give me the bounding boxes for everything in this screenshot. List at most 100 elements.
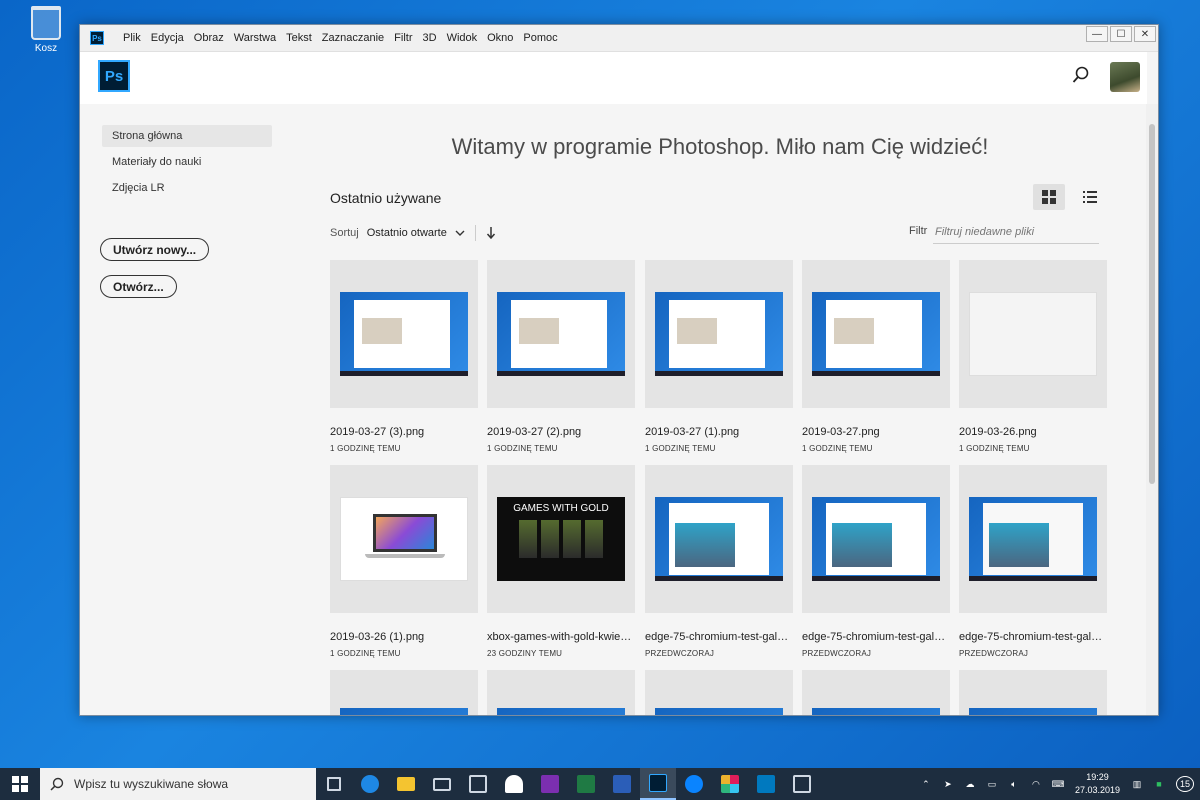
messenger-icon [685, 775, 703, 793]
taskbar-app-slack[interactable] [712, 768, 748, 800]
sort-direction-icon[interactable] [486, 227, 496, 239]
menu-filtr[interactable]: Filtr [389, 32, 417, 44]
menu-edycja[interactable]: Edycja [146, 32, 189, 44]
filter-input[interactable] [933, 220, 1099, 244]
file-name: edge-75-chromium-test-galeri... [802, 631, 950, 643]
sidebar-item-home[interactable]: Strona główna [102, 125, 272, 147]
recent-file-card[interactable] [959, 670, 1107, 715]
user-avatar[interactable] [1110, 62, 1140, 92]
chevron-up-icon[interactable]: ⌃ [915, 779, 937, 790]
taskbar-search[interactable]: Wpisz tu wyszukiwane słowa [40, 768, 316, 800]
onenote-icon [541, 775, 559, 793]
maximize-button[interactable]: ☐ [1110, 26, 1132, 42]
photoshop-logo: Ps [98, 60, 130, 92]
search-icon[interactable] [1072, 66, 1090, 84]
recent-file-card[interactable] [802, 670, 950, 715]
taskbar-app-calendar[interactable] [460, 768, 496, 800]
file-thumbnail [802, 670, 950, 715]
file-name: edge-75-chromium-test-galeri... [959, 631, 1107, 643]
notification-center[interactable]: 15 [1170, 776, 1200, 792]
volume-icon[interactable]: 🔈︎ [1003, 779, 1025, 790]
filter-label: Filtr [909, 225, 928, 237]
start-button[interactable] [0, 768, 40, 800]
recent-file-card[interactable]: edge-75-chromium-test-galeri... PRZEDWCZ… [645, 465, 793, 658]
recent-file-card[interactable]: 2019-03-27 (1).png 1 GODZINĘ TEMU [645, 260, 793, 453]
sidebar-item-lr-photos[interactable]: Zdjęcia LR [102, 177, 272, 199]
taskbar-app-excel[interactable] [568, 768, 604, 800]
list-icon [1083, 191, 1097, 203]
file-name: 2019-03-27 (2).png [487, 426, 582, 438]
recent-file-card[interactable] [330, 670, 478, 715]
taskbar-app-onenote[interactable] [532, 768, 568, 800]
menu-tekst[interactable]: Tekst [281, 32, 317, 44]
menu-plik[interactable]: Plik [118, 32, 146, 44]
window-controls: — ☐ ✕ [1084, 26, 1156, 42]
taskbar-app-messenger[interactable] [676, 768, 712, 800]
menu-zaznaczanie[interactable]: Zaznaczanie [317, 32, 389, 44]
evernote-icon[interactable]: ■ [1148, 779, 1170, 789]
clock[interactable]: 19:29 27.03.2019 [1075, 771, 1120, 797]
file-name: 2019-03-26.png [959, 426, 1037, 438]
recent-file-card[interactable]: edge-75-chromium-test-galeri... PRZEDWCZ… [802, 465, 950, 658]
telegram-icon[interactable]: ➤ [937, 779, 959, 790]
taskbar-app-photos[interactable] [784, 768, 820, 800]
file-time: 1 GODZINĘ TEMU [959, 444, 1030, 453]
menu-3d[interactable]: 3D [418, 32, 442, 44]
taskbar-app-explorer[interactable] [388, 768, 424, 800]
recent-file-card[interactable]: edge-75-chromium-test-galeri... PRZEDWCZ… [959, 465, 1107, 658]
file-name: xbox-games-with-gold-kwieci... [487, 631, 635, 643]
clock-date: 27.03.2019 [1074, 785, 1120, 795]
system-tray: ⌃ ➤ ☁ ▭ 🔈︎ ◠ ⌨ 19:29 27.03.2019 ▥ ■ 15 [915, 768, 1200, 800]
menu-widok[interactable]: Widok [442, 32, 483, 44]
scrollbar-thumb[interactable] [1149, 124, 1155, 484]
battery-icon[interactable]: ▭ [981, 779, 1003, 790]
menu-okno[interactable]: Okno [482, 32, 518, 44]
taskbar-app-edge[interactable] [352, 768, 388, 800]
grid-view-button[interactable] [1033, 184, 1065, 210]
list-view-button[interactable] [1074, 184, 1106, 210]
file-time: 1 GODZINĘ TEMU [645, 444, 716, 453]
menu-warstwa[interactable]: Warstwa [229, 32, 281, 44]
recent-file-card[interactable]: GAMES WITH GOLD xbox-games-with-gold-kwi… [487, 465, 635, 658]
cloud-icon[interactable]: ☁ [959, 779, 981, 790]
taskbar-app-word[interactable] [604, 768, 640, 800]
meet-now-icon[interactable]: ▥ [1126, 779, 1148, 790]
sidebar-item-learn[interactable]: Materiały do nauki [102, 151, 272, 173]
taskbar-app-trello[interactable] [748, 768, 784, 800]
taskbar-app-mail[interactable] [424, 768, 460, 800]
desktop-recycle-bin[interactable]: Kosz [24, 6, 68, 54]
file-thumbnail [959, 465, 1107, 613]
menu-obraz[interactable]: Obraz [189, 32, 229, 44]
recent-file-card[interactable]: 2019-03-26.png 1 GODZINĘ TEMU [959, 260, 1107, 453]
recent-file-card[interactable]: 2019-03-27.png 1 GODZINĘ TEMU [802, 260, 950, 453]
recent-file-card[interactable]: 2019-03-26 (1).png 1 GODZINĘ TEMU [330, 465, 478, 658]
recent-file-card[interactable] [645, 670, 793, 715]
recent-file-card[interactable]: 2019-03-27 (3).png 1 GODZINĘ TEMU [330, 260, 478, 453]
menu-pomoc[interactable]: Pomoc [518, 32, 562, 44]
recent-file-card[interactable] [487, 670, 635, 715]
open-button[interactable]: Otwórz... [100, 275, 177, 298]
create-new-button[interactable]: Utwórz nowy... [100, 238, 210, 261]
file-name: 2019-03-27 (3).png [330, 426, 425, 438]
slack-icon [721, 775, 739, 793]
recent-heading: Ostatnio używane [330, 190, 442, 206]
file-thumbnail [330, 465, 478, 613]
close-button[interactable]: ✕ [1134, 26, 1156, 42]
minimize-button[interactable]: — [1086, 26, 1108, 42]
vertical-scrollbar[interactable] [1146, 104, 1158, 715]
wifi-icon[interactable]: ◠ [1025, 779, 1047, 790]
sort-dropdown[interactable]: Ostatnio otwarte [367, 227, 447, 239]
keyboard-icon[interactable]: ⌨ [1047, 779, 1069, 790]
calendar-icon [469, 775, 487, 793]
task-view-icon [327, 777, 341, 791]
photos-icon [793, 775, 811, 793]
search-icon [50, 777, 64, 791]
people-icon [505, 775, 523, 793]
taskbar-app-people[interactable] [496, 768, 532, 800]
chevron-down-icon[interactable] [455, 230, 465, 236]
photoshop-window: Ps Plik Edycja Obraz Warstwa Tekst Zazna… [79, 24, 1159, 716]
sort-row: Sortuj Ostatnio otwarte [330, 225, 496, 241]
recent-file-card[interactable]: 2019-03-27 (2).png 1 GODZINĘ TEMU [487, 260, 635, 453]
taskbar-app-photoshop[interactable] [640, 768, 676, 800]
task-view-button[interactable] [316, 768, 352, 800]
